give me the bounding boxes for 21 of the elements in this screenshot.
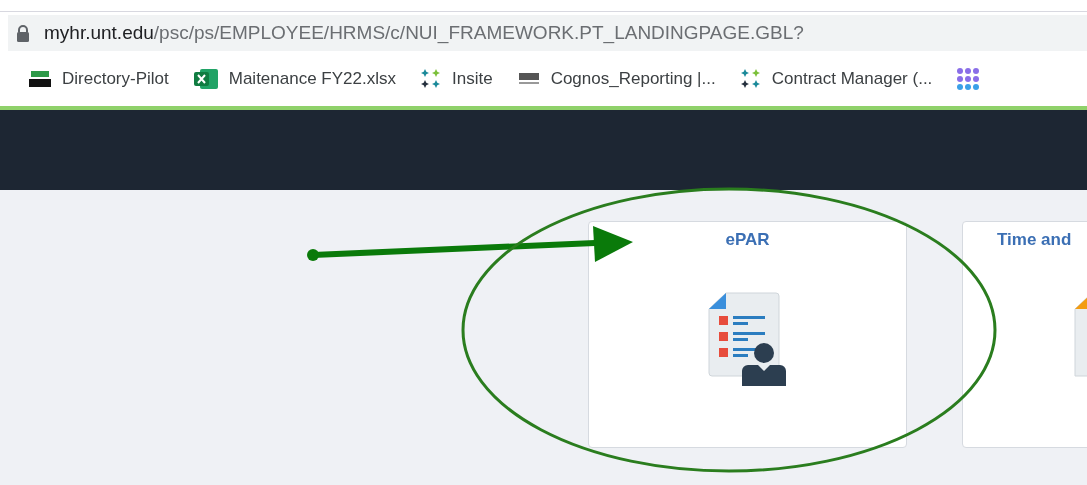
sparkle-icon — [420, 67, 442, 90]
logo-icon — [516, 71, 541, 86]
grid-icon — [956, 66, 981, 91]
lock-icon — [16, 24, 30, 42]
tile-title: ePAR — [725, 229, 770, 251]
spreadsheet-icon — [192, 67, 219, 90]
bookmark[interactable]: Contract Manager (... — [739, 65, 933, 92]
url-path: /psc/ps/EMPLOYEE/HRMS/c/NUI_FRAMEWORK.PT_LANDINGPAGE.GBL? — [153, 20, 804, 46]
document-person-icon — [707, 290, 788, 387]
tile[interactable]: ePAR — [588, 221, 907, 448]
tile[interactable]: Time and — [962, 221, 1087, 448]
bookmark[interactable]: Maitenance FY22.xlsx — [192, 65, 396, 92]
logo-icon — [28, 69, 52, 88]
bookmark[interactable]: Cognos_Reporting |... — [516, 65, 716, 92]
url-domain: myhr.unt.edu — [44, 20, 154, 43]
tile-title: Time and — [997, 229, 1072, 251]
address-bar[interactable]: myhr.unt.edu/psc/ps/EMPLOYEE/HRMS/c/NUI_FRAMEWORK.PT_LANDINGPAGE.GBL? — [8, 15, 1087, 51]
bookmark[interactable] — [956, 66, 981, 91]
bookmark[interactable]: Insite — [420, 65, 493, 92]
sparkle-icon — [739, 67, 762, 90]
bookmark[interactable]: Directory-Pilot — [28, 65, 169, 92]
